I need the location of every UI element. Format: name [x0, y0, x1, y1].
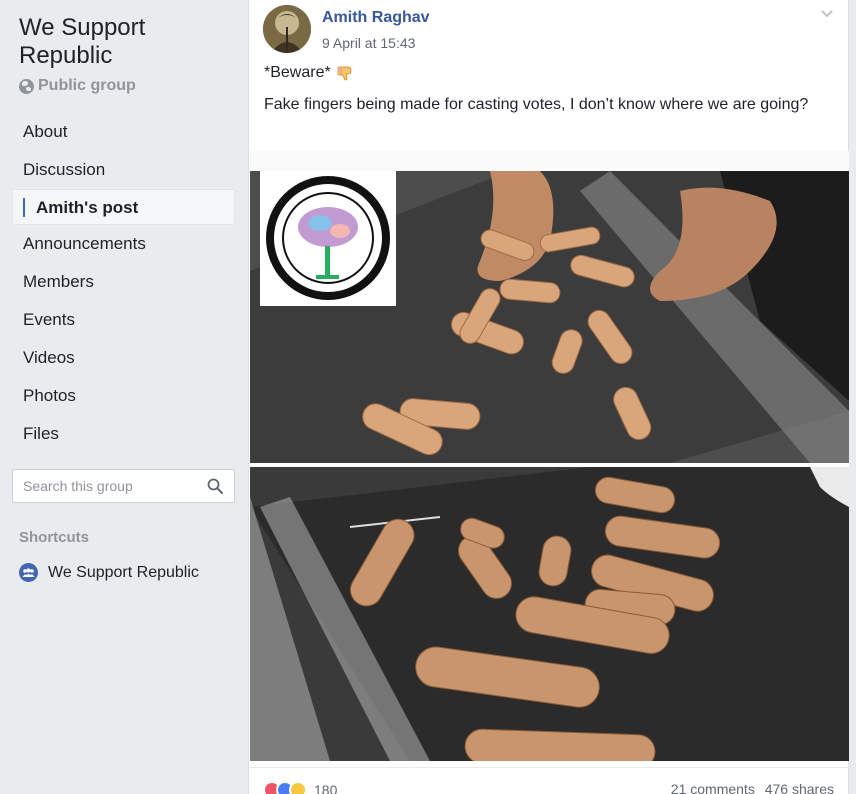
nav-item-label: Discussion — [23, 160, 106, 179]
group-search-box — [12, 469, 235, 503]
post-footer-divider — [249, 767, 848, 768]
nav-item-events[interactable]: Events — [12, 301, 235, 339]
chevron-down-icon[interactable] — [820, 8, 834, 20]
post-timestamp[interactable]: 9 April at 15:43 — [322, 35, 415, 51]
nav-item-files[interactable]: Files — [12, 415, 235, 453]
privacy-label: Public group — [38, 77, 136, 94]
nav-item-amiths-post[interactable]: Amith's post — [12, 189, 235, 225]
nav-item-label: Files — [23, 424, 59, 443]
nav-item-members[interactable]: Members — [12, 263, 235, 301]
group-sidebar: We Support Republic Public group About D… — [0, 0, 248, 794]
nav-item-announcements[interactable]: Announcements — [12, 225, 235, 263]
shares-count[interactable]: 476 shares — [765, 781, 834, 794]
post-author-name[interactable]: Amith Raghav — [322, 9, 430, 27]
nav-item-about[interactable]: About — [12, 113, 235, 151]
post-photo-bottom[interactable] — [250, 467, 849, 761]
post-photo-top[interactable] — [250, 151, 849, 463]
nav-item-label: Events — [23, 310, 75, 329]
author-avatar[interactable] — [263, 5, 311, 53]
search-input[interactable] — [13, 478, 198, 494]
group-nav: About Discussion Amith's post Announceme… — [12, 113, 235, 453]
group-privacy: Public group — [19, 77, 136, 95]
post-stats: 21 comments 476 shares — [671, 781, 834, 794]
search-icon[interactable] — [207, 478, 223, 494]
post-text-line2: Fake fingers being made for casting vote… — [264, 96, 809, 113]
nav-item-label: Members — [23, 272, 94, 291]
post-text-beware: *Beware* — [264, 64, 331, 81]
group-title[interactable]: We Support Republic — [19, 14, 239, 70]
nav-item-label: About — [23, 122, 68, 141]
nav-item-label: Photos — [23, 386, 76, 405]
post-text-line1: *Beware* — [264, 64, 355, 82]
comments-count[interactable]: 21 comments — [671, 781, 755, 794]
nav-item-discussion[interactable]: Discussion — [12, 151, 235, 189]
shortcut-label: We Support Republic — [48, 563, 199, 581]
group-icon — [19, 563, 38, 582]
nav-item-label: Videos — [23, 348, 75, 367]
haha-reaction-icon — [289, 781, 307, 794]
shortcuts-heading: Shortcuts — [19, 529, 90, 546]
globe-icon — [19, 78, 34, 94]
post-card: Amith Raghav 9 April at 15:43 *Beware* F… — [248, 0, 849, 794]
reaction-count[interactable]: 180 — [314, 782, 337, 794]
reaction-summary[interactable]: 180 — [263, 781, 337, 794]
nav-item-videos[interactable]: Videos — [12, 339, 235, 377]
nav-item-label: Announcements — [23, 234, 146, 253]
shortcut-we-support-republic[interactable]: We Support Republic — [19, 563, 199, 582]
thumbs-down-icon — [337, 66, 352, 81]
nav-item-label: Amith's post — [36, 198, 139, 217]
nav-item-photos[interactable]: Photos — [12, 377, 235, 415]
